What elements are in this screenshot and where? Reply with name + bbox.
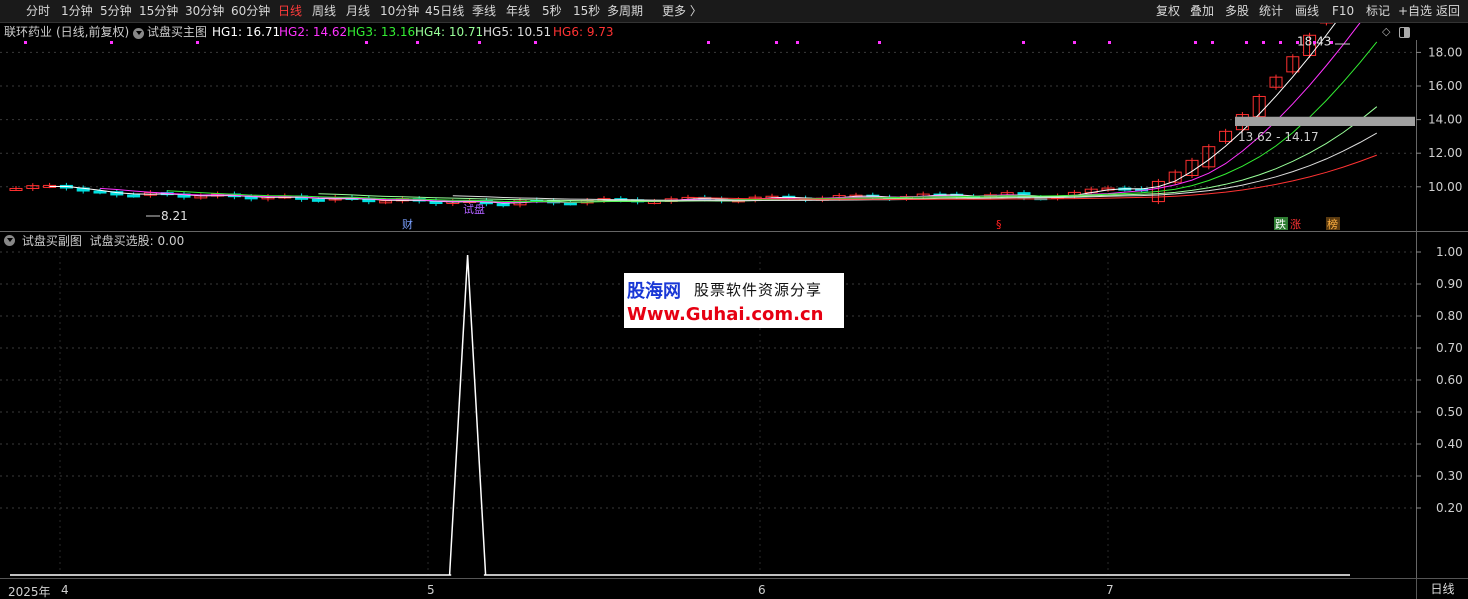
tab-period-4[interactable]: 30分钟 [185, 3, 224, 20]
tab-period-10[interactable]: 45日线 [425, 3, 464, 20]
sub-chart-header: 试盘买副图 试盘买选股: 0.00 [4, 233, 184, 249]
sub-axis-label-4: 0.60 [1436, 373, 1463, 387]
signal-dot [1108, 41, 1111, 44]
tool-button-0[interactable]: 复权 [1156, 3, 1180, 20]
sub-indicator-value: 试盘买选股: 0.00 [89, 234, 185, 248]
sub-axis-label-2: 0.80 [1436, 309, 1463, 323]
sub-axis-label-3: 0.70 [1436, 341, 1463, 355]
signal-dot [110, 41, 113, 44]
tab-period-13[interactable]: 5秒 [542, 3, 562, 20]
tab-period-16[interactable]: 更多 〉 [662, 3, 702, 20]
marker-zhang: 涨 [1290, 218, 1301, 231]
tab-period-9[interactable]: 10分钟 [380, 3, 419, 20]
signal-dot [796, 41, 799, 44]
month-label-5: 5 [427, 583, 435, 597]
sub-indicator-name: 试盘买副图 [21, 234, 82, 248]
watermark-logo: 股海网 股票软件资源分享 Www.Guhai.com.cn [624, 273, 844, 328]
year-label: 2025年 [8, 585, 51, 599]
tab-period-5[interactable]: 60分钟 [231, 3, 270, 20]
tool-button-7[interactable]: +自选 [1398, 3, 1432, 20]
candle-body [496, 203, 510, 207]
signal-dot [707, 41, 710, 44]
sub-indicator-menu-icon[interactable] [4, 235, 15, 246]
tab-period-7[interactable]: 周线 [312, 3, 336, 20]
tool-button-8[interactable]: 返回 [1436, 3, 1460, 20]
month-label-6: 6 [758, 583, 766, 597]
signal-dot [1211, 41, 1214, 44]
ma-line-1 [49, 23, 1336, 204]
signal-dot [196, 41, 199, 44]
signal-dot [1194, 41, 1197, 44]
toolbar: 分时 1分钟 5分钟 15分钟 30分钟 60分钟 日线 周线 月线 10分钟 45日线 季线 年线 5秒… [0, 0, 1468, 23]
signal-dot [365, 41, 368, 44]
tab-period-3[interactable]: 15分钟 [139, 3, 178, 20]
tab-period-0[interactable]: 分时 [26, 3, 50, 20]
signal-dot [1262, 41, 1265, 44]
main-axis-label-2: 14.00 [1428, 113, 1462, 127]
marker-shipan: 试盘 [463, 202, 485, 216]
tab-period-8[interactable]: 月线 [346, 3, 370, 20]
price-band [1235, 116, 1415, 126]
marker-cai: 财 [402, 217, 413, 231]
period-indicator[interactable]: 日线 [1416, 579, 1468, 599]
sub-axis-label-0: 1.00 [1436, 245, 1463, 259]
band-label: 13.62 - 14.17 [1238, 130, 1319, 144]
tab-period-1[interactable]: 1分钟 [61, 3, 93, 20]
signal-dot [1245, 41, 1248, 44]
tool-button-6[interactable]: 标记 [1366, 3, 1390, 20]
candle-body [563, 202, 577, 206]
low-price-label: 8.21 [161, 209, 188, 223]
candle-body [311, 198, 325, 202]
candle-body [93, 190, 107, 194]
marker-section: § [996, 218, 1002, 231]
sub-axis-label-5: 0.50 [1436, 405, 1463, 419]
marker-bang: 榜 [1327, 217, 1338, 231]
sub-axis-label-7: 0.30 [1436, 469, 1463, 483]
tool-button-5[interactable]: F10 [1332, 3, 1354, 20]
x-axis-bar: 2025年 4 5 6 7 日线 [0, 578, 1468, 599]
month-label-7: 7 [1106, 583, 1114, 597]
signal-dot [878, 41, 881, 44]
tab-period-2[interactable]: 5分钟 [100, 3, 132, 20]
tool-button-3[interactable]: 统计 [1259, 3, 1283, 20]
tab-period-12[interactable]: 年线 [506, 3, 530, 20]
main-axis-label-0: 18.00 [1428, 45, 1462, 59]
sub-axis-label-6: 0.40 [1436, 437, 1463, 451]
main-axis-label-4: 10.00 [1428, 180, 1462, 194]
signal-dot [478, 41, 481, 44]
signal-dot [534, 41, 537, 44]
signal-dot [416, 41, 419, 44]
sub-axis-label-8: 0.20 [1436, 501, 1463, 515]
tab-period-15[interactable]: 多周期 [607, 3, 643, 20]
high-price-label: 18.43 [1297, 35, 1331, 49]
signal-dot [1279, 41, 1282, 44]
tab-period-6[interactable]: 日线 [278, 3, 302, 20]
ma-line-3 [167, 41, 1378, 203]
month-label-4: 4 [61, 583, 69, 597]
main-axis-label-3: 12.00 [1428, 146, 1462, 160]
sub-axis-label-1: 0.90 [1436, 277, 1463, 291]
signal-dot [24, 41, 27, 44]
tool-button-2[interactable]: 多股 [1225, 3, 1249, 20]
main-axis-label-1: 16.00 [1428, 79, 1462, 93]
tab-period-11[interactable]: 季线 [472, 3, 496, 20]
signal-dot [1022, 41, 1025, 44]
candle-body [127, 194, 141, 198]
tab-period-14[interactable]: 15秒 [573, 3, 600, 20]
tool-button-4[interactable]: 画线 [1295, 3, 1319, 20]
signal-dot [1073, 41, 1076, 44]
tool-button-1[interactable]: 叠加 [1190, 3, 1214, 20]
marker-die: 跌 [1275, 217, 1286, 231]
signal-dot [775, 41, 778, 44]
